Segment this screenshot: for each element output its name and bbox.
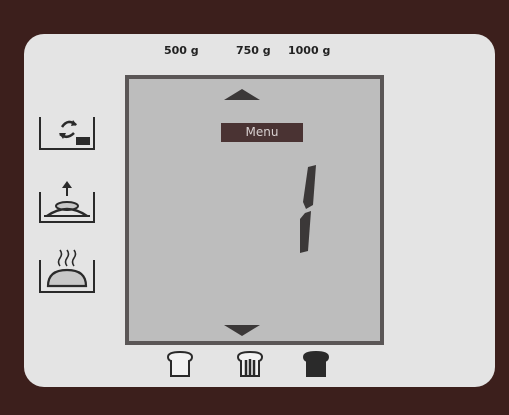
bake-icon	[39, 249, 95, 293]
crust-light-icon	[166, 350, 194, 377]
arrow-down-icon	[224, 325, 260, 336]
program-digit	[300, 165, 316, 253]
appliance-frame: 500 g 750 g 1000 g Menu 1	[0, 0, 509, 415]
rise-icon	[39, 181, 95, 223]
crust-dark-icon	[302, 350, 330, 377]
program-number: 1	[129, 79, 130, 80]
menu-label: Menu	[221, 123, 303, 142]
lcd-display: Menu 1	[125, 75, 384, 345]
loaf-weight-row: 500 g 750 g 1000 g	[164, 44, 374, 66]
weight-500: 500 g	[164, 44, 199, 57]
weight-750: 750 g	[236, 44, 271, 57]
crust-medium-icon	[236, 350, 264, 377]
weight-1000: 1000 g	[288, 44, 331, 57]
arrow-up-icon	[224, 89, 260, 100]
knead-icon	[39, 117, 95, 150]
